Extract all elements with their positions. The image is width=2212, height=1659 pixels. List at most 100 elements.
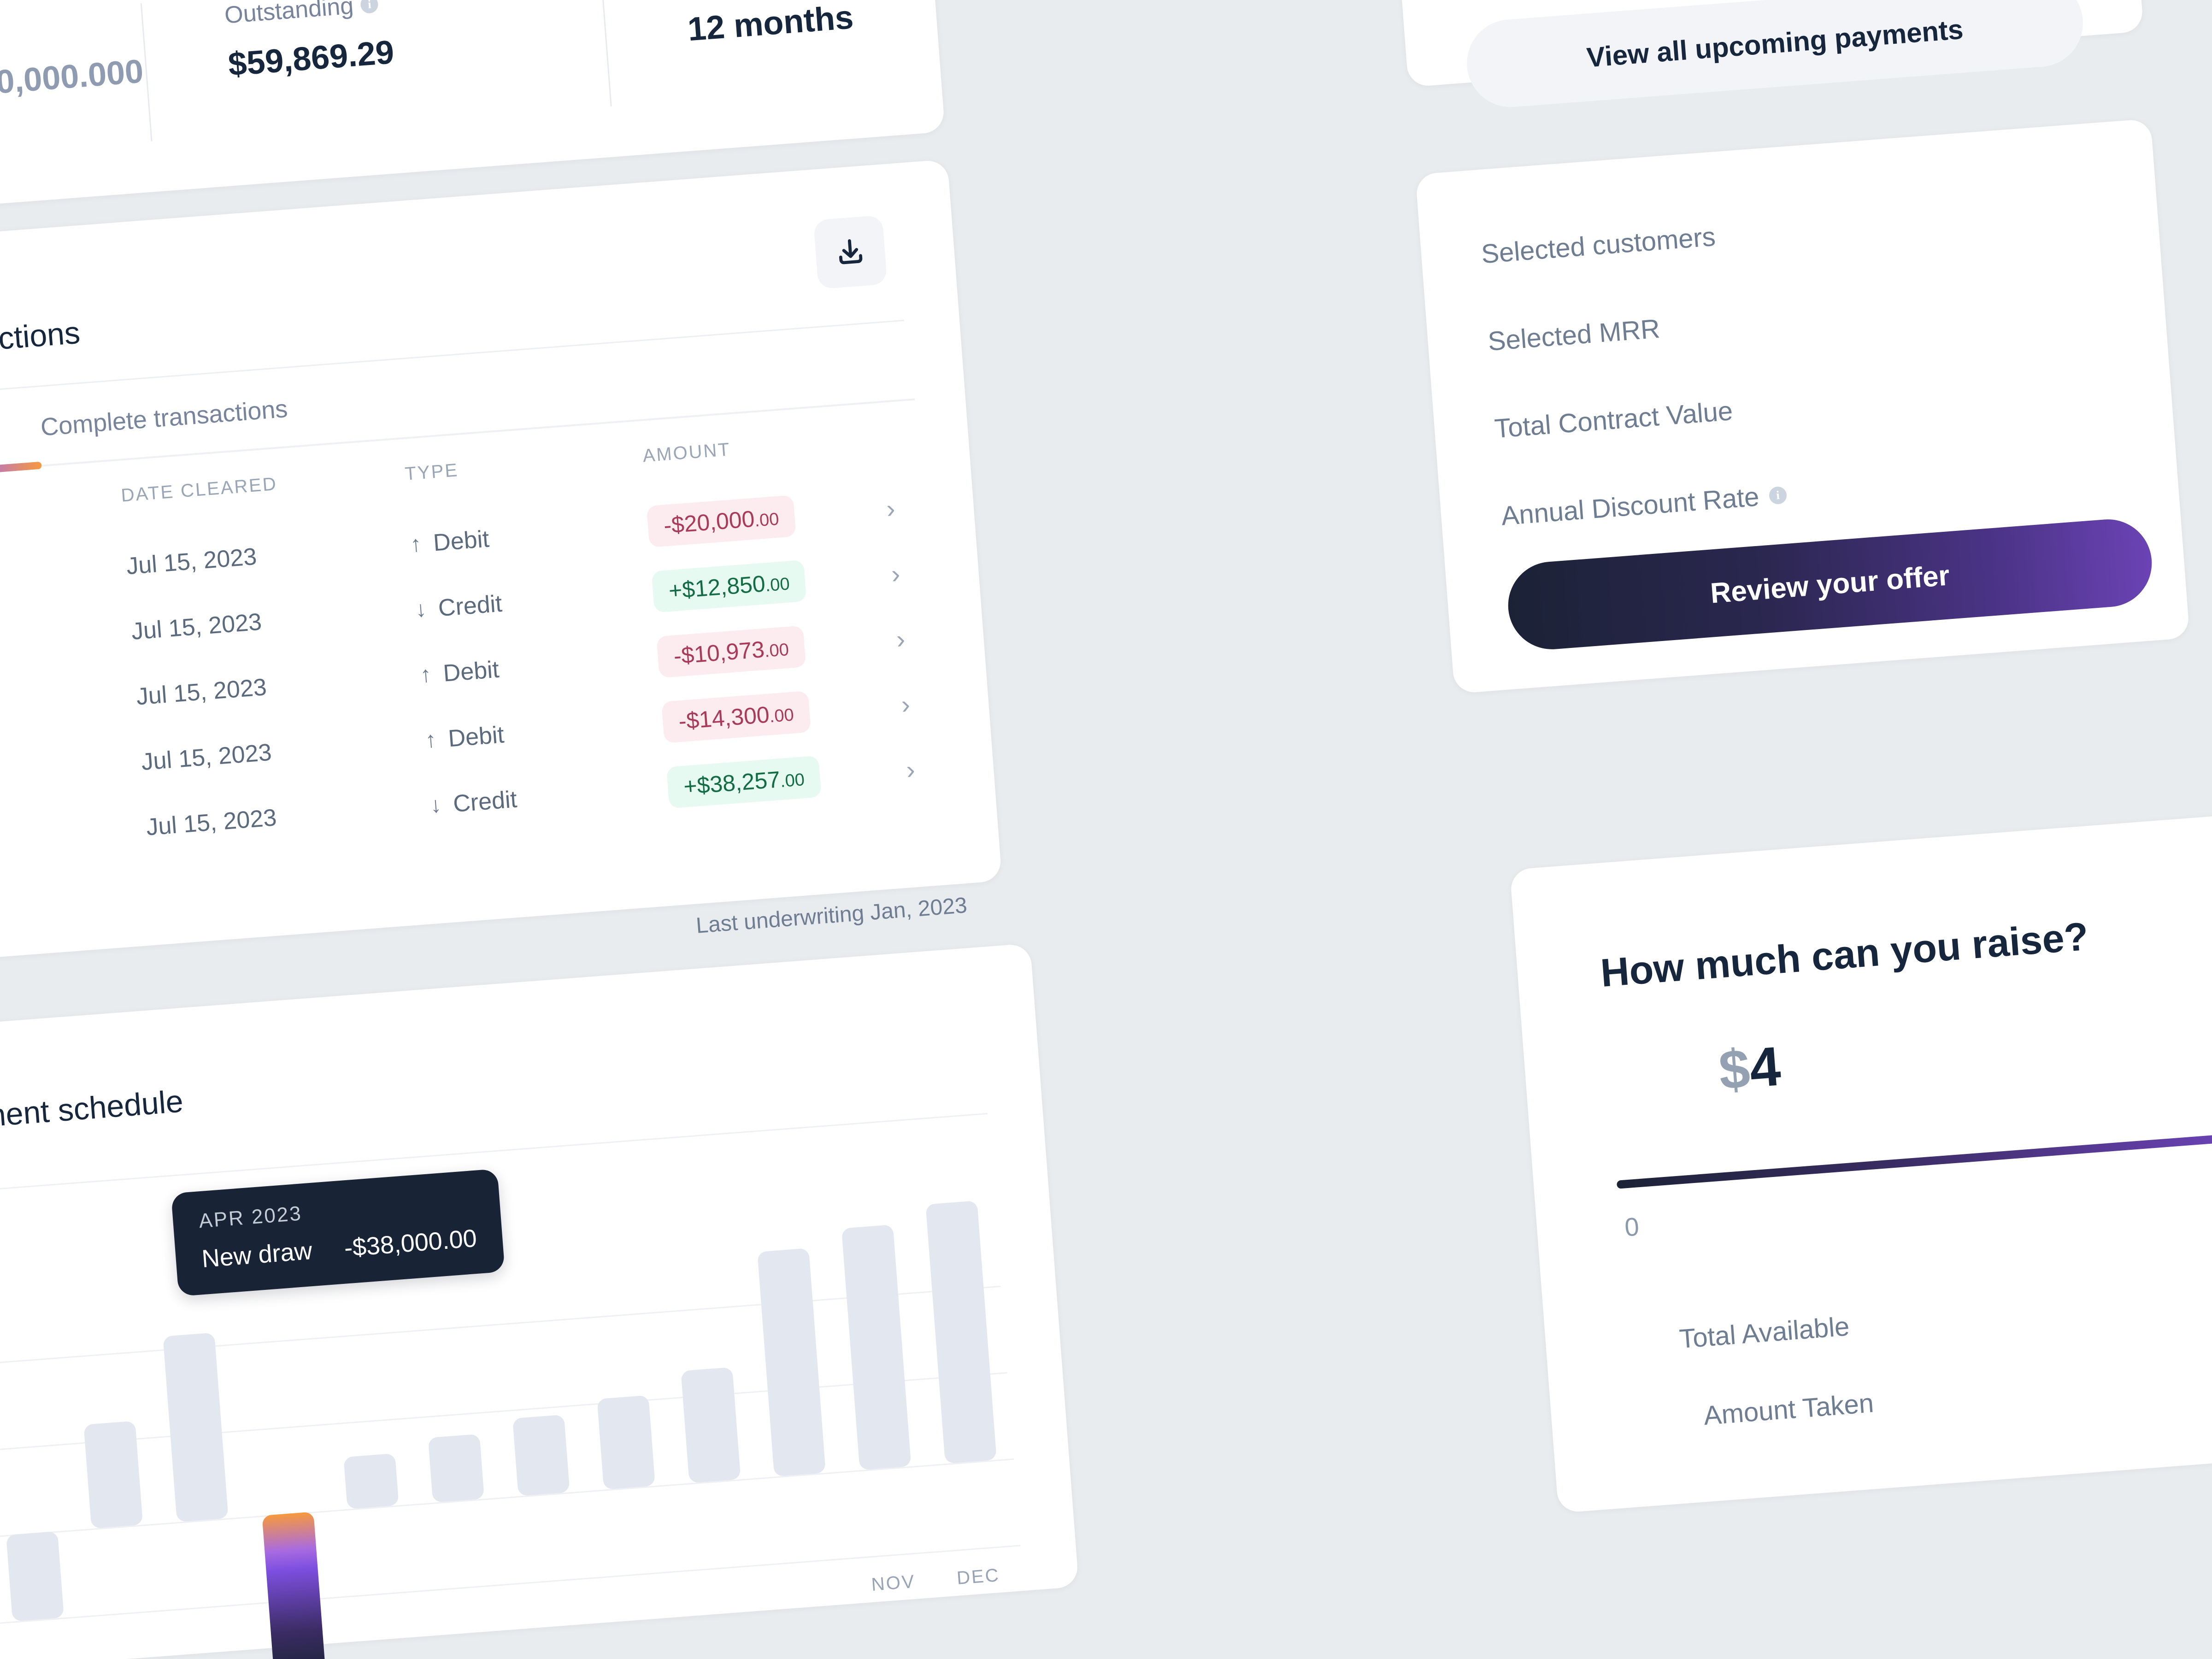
- kpi-available-credit: Available credit i $143,258.12 /$160,000…: [0, 8, 145, 121]
- chart-bar[interactable]: [841, 1224, 912, 1471]
- chevron-right-icon[interactable]: ›: [885, 494, 896, 523]
- amount-cents: .00: [765, 574, 791, 596]
- currency-symbol: $: [1717, 1037, 1752, 1102]
- amount-main: -$10,973: [672, 636, 765, 669]
- total-available-label: Total Available: [1678, 1311, 1851, 1354]
- amount-badge: +$12,850.00: [651, 559, 807, 613]
- calculator-title: How much can you raise?: [1599, 914, 2090, 996]
- chevron-right-icon[interactable]: ›: [900, 689, 911, 719]
- payment-schedule-card: Last underwriting Jan, 2023 Payment sche…: [0, 893, 1079, 1659]
- dashboard-root: Available credit i $143,258.12 /$160,000…: [0, 0, 2212, 1659]
- transactions-title: Your transactions: [0, 315, 82, 368]
- download-icon: [839, 239, 863, 265]
- amount-badge: -$10,973.00: [656, 625, 806, 678]
- slider-min-label: 0: [1624, 1212, 1640, 1242]
- type-label: Credit: [437, 590, 503, 622]
- type-label: Debit: [447, 721, 505, 753]
- raise-amount-slider[interactable]: [1616, 1134, 2212, 1189]
- metric-label: Annual Discount Rate: [1500, 482, 1760, 531]
- transactions-header: Your transactions: [0, 304, 82, 385]
- metric-annual-discount-rate: Annual Discount Rate i: [1500, 479, 1788, 532]
- header-divider: [0, 319, 904, 408]
- cell-action: ›: [894, 602, 963, 672]
- view-all-upcoming-payments-button[interactable]: View all upcoming payments: [1464, 0, 2086, 111]
- chart-bars: [0, 1113, 1020, 1659]
- tab-complete-transactions[interactable]: Complete transactions: [40, 394, 289, 453]
- kpi-outstanding-label: Outstanding i: [224, 0, 391, 29]
- chart-bar[interactable]: [162, 1332, 229, 1522]
- rotated-canvas: Available credit i $143,258.12 /$160,000…: [0, 0, 2212, 1659]
- info-icon[interactable]: i: [360, 0, 379, 14]
- amount-main: +$38,257: [682, 766, 781, 800]
- kpi-outstanding: Outstanding i $59,869.29: [224, 0, 395, 83]
- cell-action: ›: [884, 471, 953, 541]
- active-tab-indicator: [0, 461, 42, 490]
- metric-label: Total Contract Value: [1493, 396, 1734, 444]
- amount-main: -$20,000: [663, 506, 756, 539]
- chart-bar-highlighted[interactable]: [262, 1512, 326, 1659]
- arrow-up-icon: ↑: [424, 727, 437, 753]
- kpi-value-text: 12 months: [686, 0, 855, 48]
- download-button[interactable]: [813, 215, 888, 289]
- metric-label: Selected MRR: [1487, 313, 1661, 357]
- type-label: Credit: [452, 786, 518, 818]
- tooltip-row: New draw -$38,000.00: [201, 1224, 478, 1273]
- kpi-available-credit-value: $143,258.12 /$160,000.000: [0, 53, 145, 121]
- tooltip-label: New draw: [200, 1237, 313, 1273]
- arrow-down-icon: ↓: [414, 597, 428, 622]
- chart-bar[interactable]: [757, 1248, 826, 1477]
- kpi-term: Term 12 months: [683, 0, 855, 48]
- amount-cents: .00: [764, 640, 790, 661]
- chart-bar[interactable]: [597, 1395, 655, 1490]
- amount-main: -$14,300: [677, 701, 771, 735]
- x-axis-tick: NOV: [871, 1571, 917, 1595]
- chart-bar[interactable]: [428, 1434, 485, 1503]
- amount-cents: .00: [769, 705, 795, 727]
- offer-summary-card: Selected customers Selected MRR Total Co…: [1415, 118, 2190, 694]
- kpi-value-limit: /$160,000.000: [0, 53, 145, 106]
- chart-bar[interactable]: [83, 1421, 143, 1529]
- kpi-value-text: $59,869.29: [227, 34, 395, 83]
- amount-main: +$12,850: [668, 571, 766, 604]
- col-actions: [880, 423, 948, 476]
- tooltip-amount: -$38,000.00: [343, 1224, 478, 1262]
- arrow-up-icon: ↑: [419, 662, 432, 688]
- kpi-term-value: 12 months: [686, 0, 855, 48]
- arrow-up-icon: ↑: [409, 531, 423, 557]
- chart-bar[interactable]: [343, 1453, 399, 1509]
- calculator-amount: $4: [1717, 1034, 1783, 1102]
- chevron-right-icon[interactable]: ›: [895, 624, 906, 653]
- info-icon[interactable]: i: [1768, 486, 1788, 505]
- chevron-right-icon[interactable]: ›: [905, 754, 916, 784]
- cell-action: ›: [889, 536, 958, 606]
- transactions-card: Your transactions Upcoming schedule Comp…: [0, 159, 1002, 976]
- metric-total-contract-value: Total Contract Value: [1494, 395, 1734, 444]
- type-label: Debit: [432, 525, 490, 557]
- metric-label: Selected customers: [1480, 221, 1717, 270]
- transactions-table: # DATE INITIATED DATE CLEARED TYPE AMOUN…: [0, 423, 973, 887]
- chart-bar[interactable]: [6, 1531, 64, 1622]
- chevron-right-icon[interactable]: ›: [890, 559, 901, 588]
- cell-date-initiated: Jul 14, 2023: [0, 795, 149, 882]
- chart-bar[interactable]: [680, 1367, 741, 1483]
- x-axis-tick: DEC: [956, 1565, 1001, 1588]
- amount-badge: +$38,257.00: [666, 755, 822, 809]
- payment-schedule-chart: 8K4K2K0K-2K NOVDEC APR 2023 New draw -$3…: [0, 1112, 1021, 1659]
- type-label: Debit: [442, 656, 500, 687]
- transactions-table-body: 1Jul 14, 2023Jul 15, 2023↑Debit-$20,000.…: [0, 471, 973, 887]
- review-offer-button[interactable]: Review your offer: [1505, 516, 2155, 653]
- chart-bar[interactable]: [925, 1200, 997, 1464]
- kpi-divider-2: [600, 0, 612, 106]
- amount-badge: -$14,300.00: [661, 690, 811, 743]
- kpi-label-text: Outstanding: [224, 0, 355, 29]
- arrow-down-icon: ↓: [429, 793, 442, 818]
- amount-cents: .00: [753, 509, 780, 531]
- chart-bar[interactable]: [512, 1414, 570, 1496]
- cell-action: ›: [904, 732, 972, 802]
- tooltip-date: APR 2023: [198, 1202, 303, 1233]
- metric-selected-customers: Selected customers: [1480, 221, 1717, 270]
- upcoming-payment-card: August 5th 2023 $143,258.12 August 5th 2…: [1369, 0, 2144, 111]
- payment-schedule-title: Payment schedule: [0, 1083, 185, 1138]
- cell-action: ›: [899, 667, 967, 737]
- amount-taken-label: Amount Taken: [1702, 1388, 1875, 1431]
